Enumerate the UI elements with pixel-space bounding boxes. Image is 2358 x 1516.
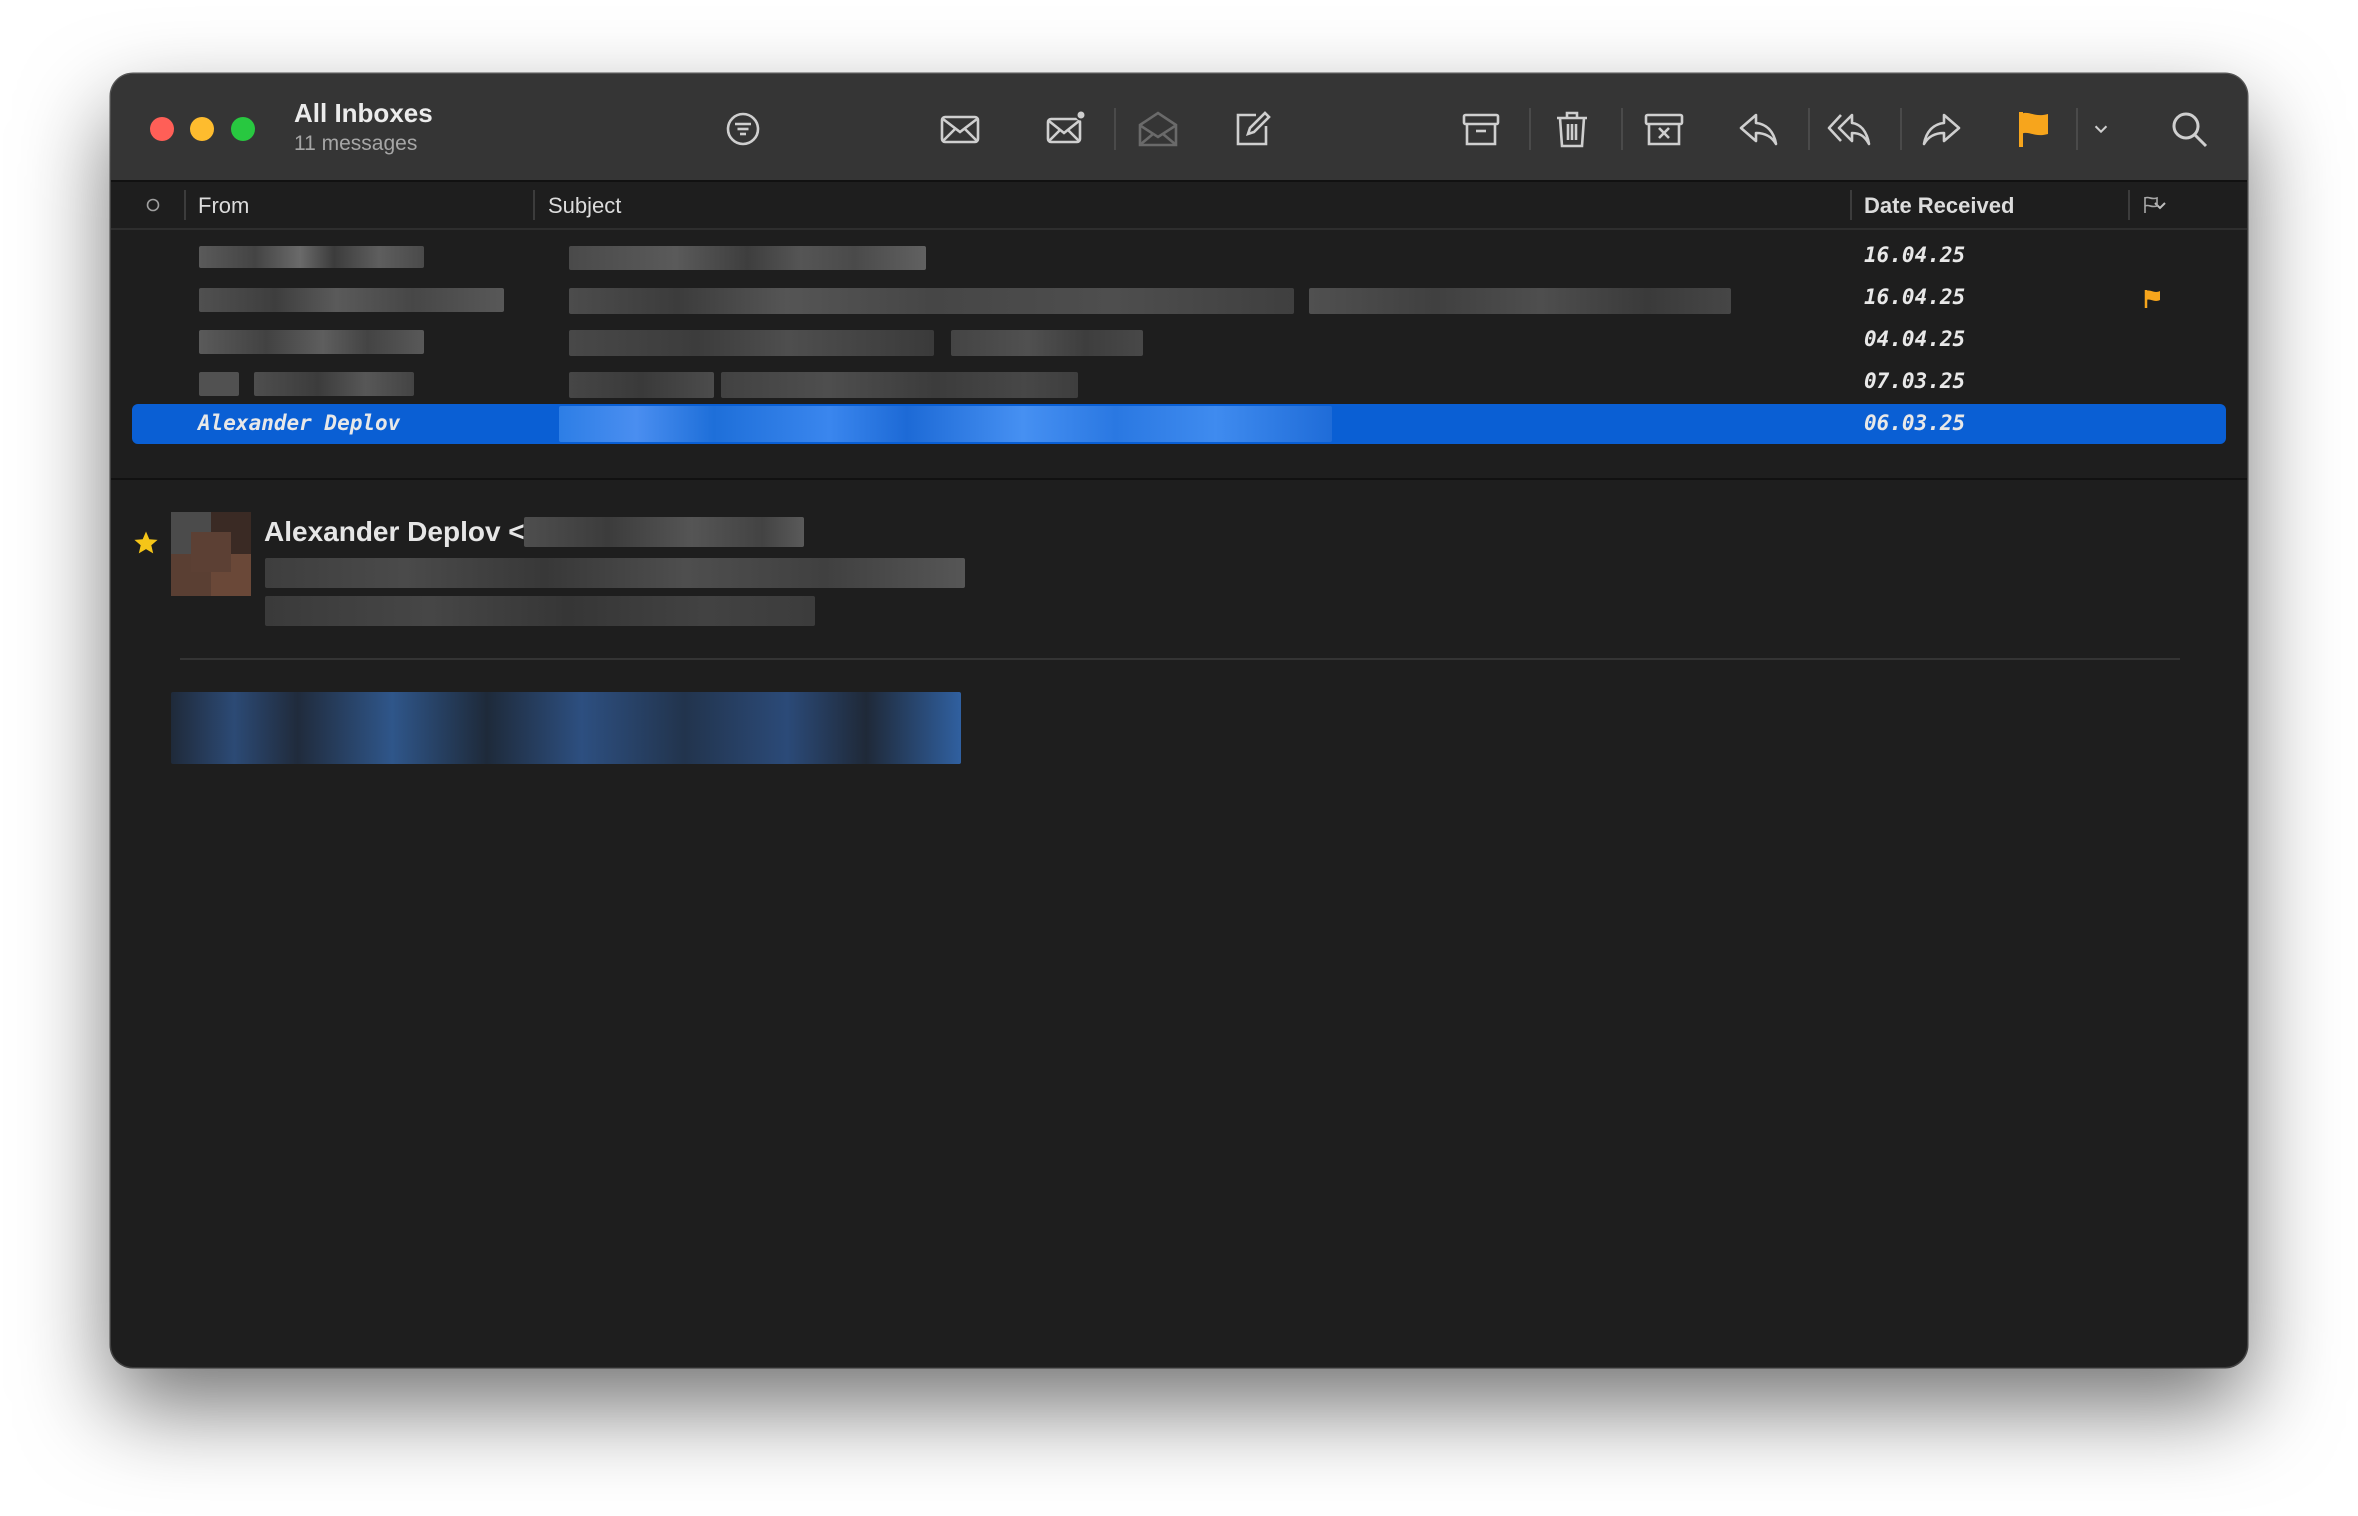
chevron-down-icon: [2094, 125, 2108, 134]
archive-icon: [1462, 113, 1500, 146]
search-button[interactable]: [2164, 104, 2214, 154]
redacted-email: [524, 517, 804, 547]
envelope-icon: [940, 115, 980, 144]
preview-sender: Alexander Deplov <: [264, 516, 525, 547]
reply-all-icon: [1827, 113, 1871, 146]
mail-window: All Inboxes 11 messages From Subject Dat…: [111, 74, 2247, 1367]
envelope-open-icon: [1138, 111, 1178, 147]
minimize-window-button[interactable]: [190, 117, 214, 141]
forward-button[interactable]: [1917, 104, 1967, 154]
redacted-body: [171, 692, 961, 764]
flag-column-icon[interactable]: [2141, 195, 2161, 215]
search-icon: [2172, 112, 2208, 148]
column-date-received[interactable]: Date Received: [1864, 193, 2014, 219]
junk-button[interactable]: [1639, 104, 1689, 154]
redacted-subject: [721, 372, 1078, 398]
flag-menu-button[interactable]: [2086, 104, 2116, 154]
unread-column-icon[interactable]: [146, 198, 160, 212]
column-header-bar: From Subject Date Received: [111, 182, 2247, 230]
zoom-window-button[interactable]: [231, 117, 255, 141]
forward-icon: [1922, 113, 1961, 146]
mark-read-button[interactable]: [1133, 104, 1183, 154]
message-date: 07.03.25: [1864, 369, 1966, 393]
column-from[interactable]: From: [198, 193, 249, 219]
redacted-subject: [559, 406, 1332, 442]
message-date: 06.03.25: [1864, 411, 1966, 435]
toolbar: All Inboxes 11 messages: [111, 74, 2247, 182]
message-row[interactable]: 07.03.25: [132, 362, 2226, 402]
reply-icon: [1739, 113, 1778, 146]
redacted-subject: [1309, 288, 1731, 314]
redacted-sender: [199, 330, 424, 354]
new-message-badge-button[interactable]: [1041, 104, 1091, 154]
message-count: 11 messages: [294, 132, 418, 155]
compose-button[interactable]: [1227, 104, 1277, 154]
filter-button[interactable]: [718, 104, 768, 154]
message-row[interactable]: 16.04.25: [132, 236, 2226, 276]
redacted-subject: [569, 288, 1294, 314]
message-row[interactable]: 16.04.25: [132, 278, 2226, 318]
redacted-recipients: [265, 558, 965, 588]
mailbox-title: All Inboxes: [294, 98, 433, 128]
redacted-subject: [951, 330, 1143, 356]
redacted-sender: [199, 246, 424, 268]
envelope-badge-icon: [1046, 109, 1087, 144]
archive-button[interactable]: [1456, 104, 1506, 154]
flag-button[interactable]: [2009, 104, 2059, 154]
reply-all-button[interactable]: [1824, 104, 1874, 154]
delete-button[interactable]: [1547, 104, 1597, 154]
message-list: 16.04.25 16.04.25 04.04.25 07.03.25 Alex…: [111, 230, 2247, 480]
compose-icon: [1236, 111, 1271, 146]
message-row[interactable]: 04.04.25: [132, 320, 2226, 360]
message-date: 04.04.25: [1864, 327, 1966, 351]
redacted-date-line: [265, 596, 815, 626]
message-date: 16.04.25: [1864, 243, 1966, 267]
redacted-subject: [569, 372, 714, 398]
message-date: 16.04.25: [1864, 285, 1966, 309]
star-icon: [134, 531, 158, 554]
flag-icon: [2019, 112, 2048, 147]
message-sender: Alexander Deplov: [198, 411, 401, 435]
redacted-sender: [199, 288, 504, 312]
avatar: [171, 512, 251, 596]
junk-icon: [1644, 113, 1684, 146]
redacted-subject: [569, 330, 934, 356]
column-subject[interactable]: Subject: [548, 193, 621, 219]
trash-icon: [1557, 111, 1587, 148]
message-preview: Alexander Deplov <: [111, 480, 2247, 1367]
close-window-button[interactable]: [150, 117, 174, 141]
redacted-sender: [254, 372, 414, 396]
filter-icon: [726, 112, 760, 146]
message-row-selected[interactable]: Alexander Deplov 06.03.25: [132, 404, 2226, 444]
redacted-subject: [569, 246, 926, 270]
redacted-sender: [199, 372, 239, 396]
reply-button[interactable]: [1733, 104, 1783, 154]
header-divider: [180, 658, 2180, 660]
get-mail-button[interactable]: [935, 104, 985, 154]
flag-icon: [2144, 290, 2160, 308]
